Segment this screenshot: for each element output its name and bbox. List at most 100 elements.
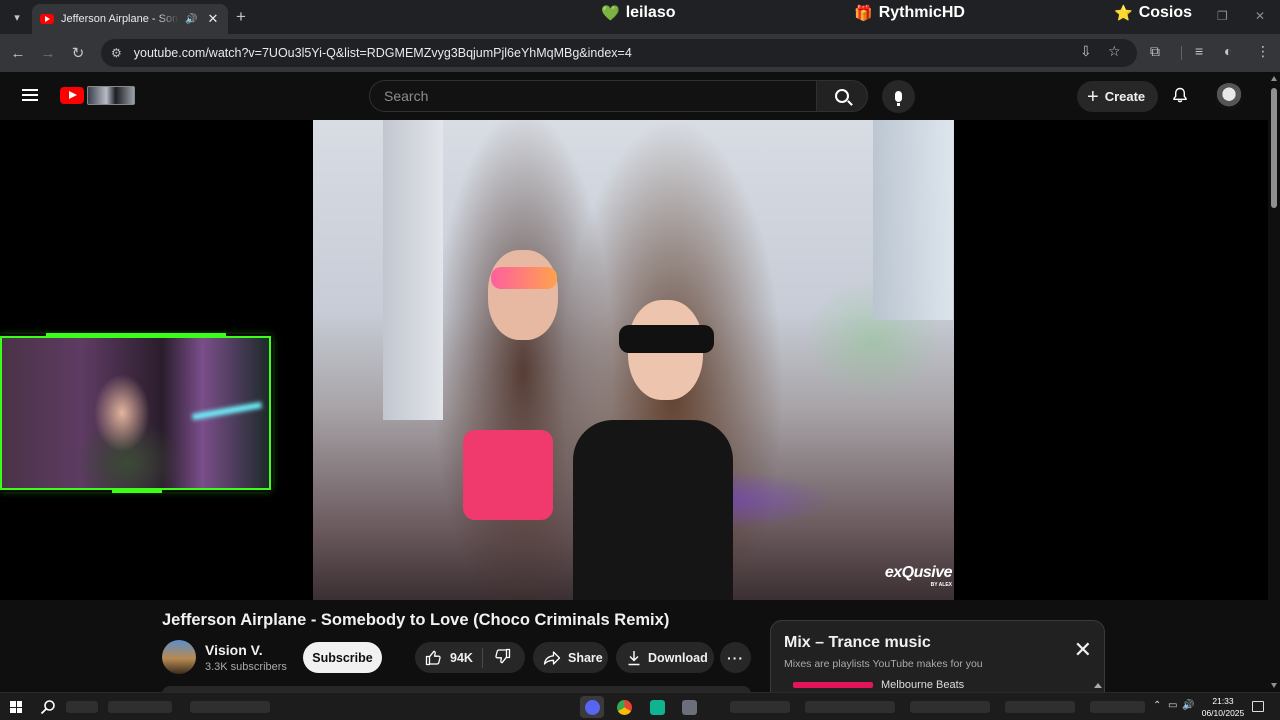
stream-overlay-tag-3: ⭐ Cosios [1114,4,1192,22]
taskbar-app-faded[interactable] [805,701,895,713]
video-title: Jefferson Airplane - Somebody to Love (C… [162,611,670,629]
taskbar-app-game[interactable] [677,696,701,718]
tab-search-chevron-icon[interactable]: ▾ [6,6,28,28]
discord-icon [584,699,600,715]
more-actions-button[interactable]: ··· [720,642,751,673]
profile-icon[interactable]: ◐ [1224,43,1232,59]
back-arrow-icon[interactable]: ← [7,42,29,64]
clock-date: 06/10/2025 [1201,708,1245,718]
green-heart-icon: 💚 [601,5,620,22]
tab-title: Jefferson Airplane - Somebody to Love (C… [61,13,179,25]
taskbar-app-chrome[interactable] [612,696,636,718]
share-arrow-icon [543,650,561,665]
search-box[interactable] [369,80,816,112]
guide-menu-icon[interactable] [22,89,38,101]
download-icon [628,650,640,665]
stream-overlay-tag-1: 💚 leilaso [601,4,676,22]
address-bar[interactable]: ⚙ youtube.com/watch?v=7UOu3l5Yi-Q&list=R… [101,39,1137,67]
voice-search-button[interactable] [882,80,915,113]
volume-icon[interactable]: 🔊 [1182,700,1194,711]
taskbar-app-discord[interactable] [580,696,604,718]
install-app-icon[interactable]: ⇩ [1080,43,1092,60]
new-tab-button[interactable]: + [236,7,246,27]
thumbs-down-icon [495,648,511,663]
taskbar-app-faded[interactable] [910,701,990,713]
browser-titlebar: ▾ Jefferson Airplane - Somebody to Love … [0,0,1280,34]
toolbar-divider [1181,46,1182,60]
dislike-button[interactable] [483,648,511,668]
extensions-icon[interactable]: ⧉ [1150,43,1160,60]
video-player-area[interactable]: exQusive BY ALEX [0,120,1268,600]
reload-icon[interactable]: ↻ [67,42,89,64]
stream-overlay-tag-2: 🎁 RythmicHD [854,4,965,22]
browser-toolbar: ← → ↻ ⚙ youtube.com/watch?v=7UOu3l5Yi-Q&… [0,34,1280,72]
page-scrollbar[interactable] [1268,72,1280,692]
stream-overlay-name-3: Cosios [1138,4,1193,21]
channel-name[interactable]: Vision V. [205,642,263,658]
search-input[interactable] [384,88,816,104]
taskbar-clock[interactable]: 21:33 06/10/2025 [1197,695,1249,719]
browser-menu-icon[interactable]: ⋮ [1256,43,1270,60]
network-icon[interactable]: ▭ [1168,700,1177,711]
scroll-down-arrow-icon[interactable] [1271,683,1277,688]
stream-overlay-name-2: RythmicHD [878,4,965,21]
media-control-icon[interactable]: ≡ [1195,43,1203,59]
browser-tab-active[interactable]: Jefferson Airplane - Somebody to Love (C… [32,4,228,34]
close-mix-icon[interactable]: ✕ [1074,639,1092,661]
scroll-up-arrow-icon[interactable] [1271,76,1277,81]
windows-taskbar: ⌃ ▭ 🔊 21:33 06/10/2025 [0,692,1280,720]
microphone-icon [895,91,902,106]
like-button[interactable]: 94K [415,649,482,666]
streamer-webcam-overlay [0,333,271,493]
windows-start-icon[interactable] [10,701,22,713]
video-frame[interactable]: exQusive BY ALEX [313,120,954,600]
youtube-favicon-icon [40,14,54,24]
taskbar-app-faded[interactable] [108,701,172,713]
speaker-icon[interactable]: 🔊 [185,14,197,25]
clock-time: 21:33 [1212,696,1234,706]
restore-window-icon[interactable]: ❐ [1217,9,1228,23]
plus-icon: + [1087,85,1099,108]
download-button[interactable]: Download [616,642,714,673]
notification-center-icon[interactable] [1252,701,1264,712]
video-scene-figure [488,250,558,340]
star-icon: ⭐ [1114,5,1133,22]
create-button[interactable]: + Create [1077,81,1158,112]
video-watermark: exQusive BY ALEX [884,564,953,588]
game-icon [681,699,697,715]
taskbar-app-faded[interactable] [190,701,270,713]
close-window-icon[interactable]: ✕ [1255,9,1265,23]
stream-overlay-name-1: leilaso [625,4,676,21]
tray-chevron-icon[interactable]: ⌃ [1153,700,1161,711]
tab-close-icon[interactable]: ✕ [207,11,218,27]
mix-title[interactable]: Mix – Trance music [784,634,931,652]
notifications-bell-icon[interactable] [1172,87,1188,103]
video-watermark-sub: BY ALEX [930,582,952,588]
video-scene-building [873,120,953,320]
taskbar-app-store[interactable] [645,696,669,718]
mix-item-title[interactable]: Melbourne Beats [881,679,964,691]
search-button[interactable] [816,80,868,112]
mix-scroll-up-icon[interactable] [1094,683,1102,688]
address-url[interactable]: youtube.com/watch?v=7UOu3l5Yi-Q&list=RDG… [134,46,632,60]
account-avatar[interactable] [1215,83,1243,111]
subscribe-button[interactable]: Subscribe [303,642,382,673]
create-label: Create [1104,89,1146,104]
share-button[interactable]: Share [533,642,608,673]
mix-item-thumbnail[interactable] [793,682,873,688]
thumbs-up-icon [425,650,441,666]
taskbar-app-faded[interactable] [1090,701,1145,713]
youtube-logo-icon[interactable] [60,87,84,104]
video-watermark-text: exQusive [884,564,953,581]
taskbar-search-icon[interactable] [40,699,56,715]
site-info-icon[interactable]: ⚙ [111,46,122,60]
bookmark-star-icon[interactable]: ☆ [1108,43,1121,60]
taskbar-app-faded[interactable] [730,701,790,713]
doodle-logo[interactable] [87,86,135,105]
scrollbar-thumb[interactable] [1271,88,1277,208]
taskbar-app-faded[interactable] [1005,701,1075,713]
channel-avatar[interactable] [162,640,196,674]
forward-arrow-icon[interactable]: → [37,42,59,64]
taskbar-app-faded[interactable] [66,701,98,713]
download-label: Download [648,650,708,665]
